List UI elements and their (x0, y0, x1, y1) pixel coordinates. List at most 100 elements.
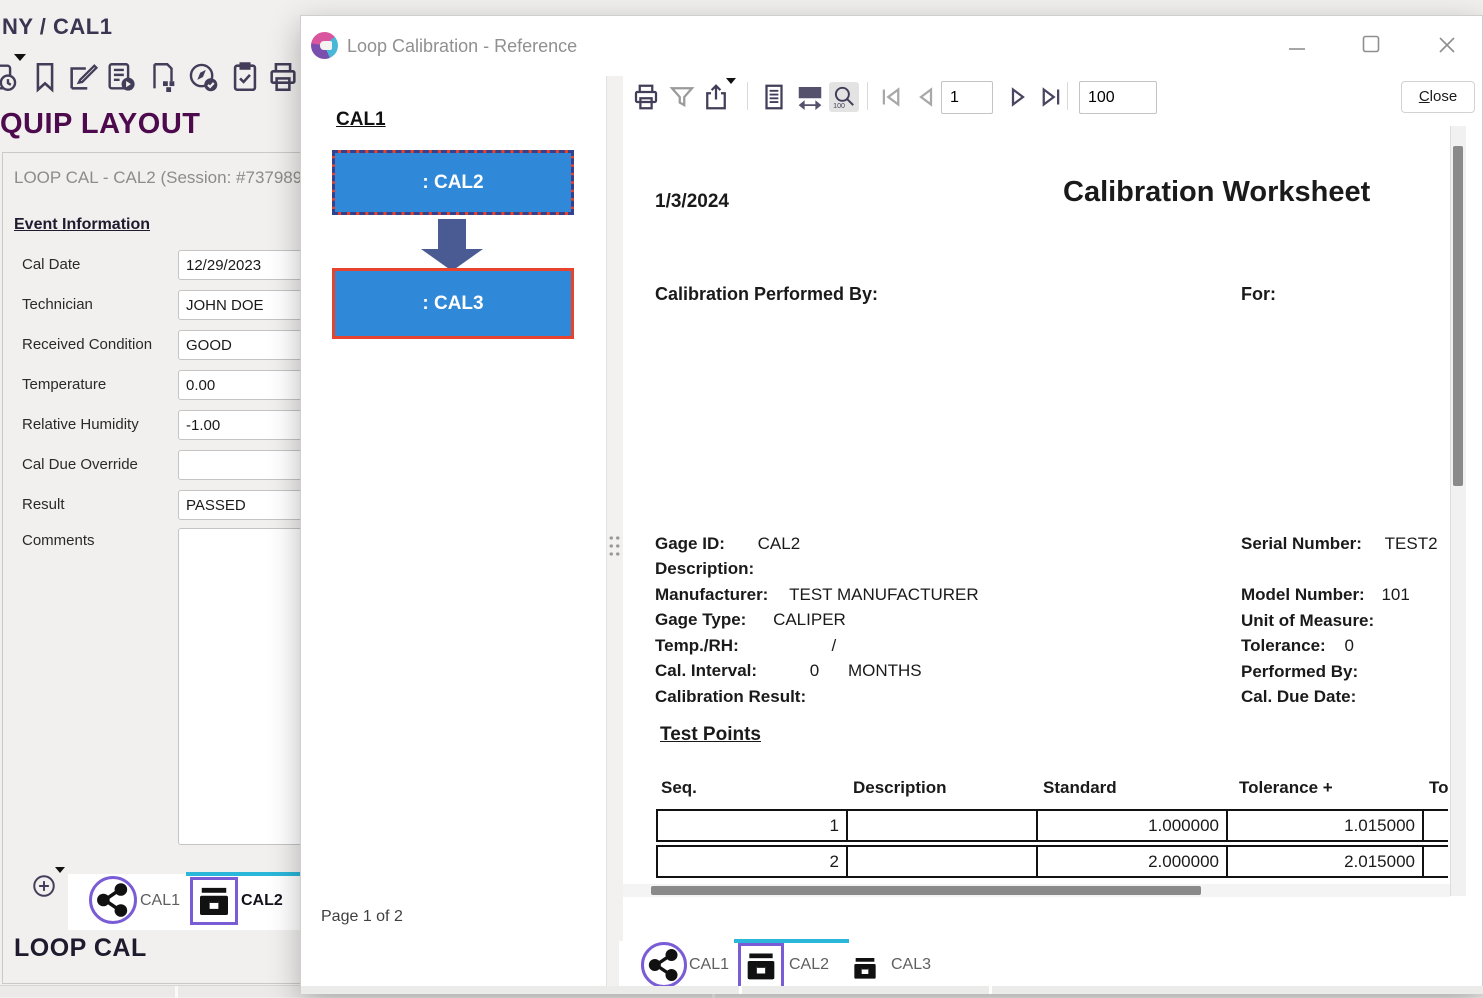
zoom-level-input[interactable] (1079, 81, 1157, 114)
page-view-icon[interactable] (759, 82, 789, 112)
grid-cell-divider (989, 986, 992, 994)
performed-by-label: Calibration Performed By: (655, 284, 878, 305)
report-page: 1/3/2024 Calibration Worksheet Calibrati… (623, 126, 1448, 896)
gage-type-label: Gage Type: (655, 610, 746, 629)
modal-tab-cal1[interactable]: CAL1 (689, 956, 729, 974)
calibration-result-label: Calibration Result: (655, 687, 806, 706)
tolerance-value: 0 (1344, 636, 1353, 655)
zoom-100-icon[interactable]: 100 (829, 82, 859, 112)
cal-due-date-label: Cal. Due Date: (1241, 687, 1356, 706)
model-number-label: Model Number: (1241, 585, 1365, 604)
last-page-icon[interactable] (1035, 82, 1065, 112)
next-page-icon[interactable] (1003, 82, 1033, 112)
modal-bottom-grid-strip (301, 986, 1483, 994)
splitter-grip-icon[interactable] (608, 534, 621, 558)
received-condition-label: Received Condition (22, 336, 152, 353)
for-label: For: (1241, 284, 1276, 305)
print-icon[interactable] (266, 60, 300, 94)
toolbox-icon-highlight[interactable] (190, 877, 238, 925)
gage-id-label: Gage ID: (655, 534, 725, 553)
model-number-row: Model Number: 101 (1241, 585, 1410, 605)
received-condition-input[interactable] (178, 330, 308, 360)
first-page-icon[interactable] (877, 82, 907, 112)
cell-standard: 1.000000 (1036, 809, 1226, 842)
cell-description (846, 809, 1036, 842)
grid-cell-divider (739, 986, 742, 994)
cal-due-override-input[interactable] (178, 450, 308, 480)
temp-rh-value: / (831, 636, 836, 655)
horizontal-scrollbar-thumb[interactable] (651, 886, 1201, 895)
relative-humidity-label: Relative Humidity (22, 416, 139, 433)
loop-calibration-modal: Loop Calibration - Reference CAL1 : CAL2… (300, 15, 1483, 993)
history-icon[interactable] (0, 60, 20, 94)
share-icon-highlight[interactable] (89, 876, 137, 924)
loop-cal-heading: LOOP CAL (14, 934, 147, 963)
serial-number-label: Serial Number: (1241, 534, 1362, 553)
minimize-icon[interactable] (1286, 42, 1308, 56)
close-window-icon[interactable] (1436, 34, 1458, 56)
col-tolerance-minus: To (1429, 778, 1448, 798)
event-information-heading: Event Information (14, 216, 150, 234)
share-icon-highlight[interactable] (641, 942, 687, 988)
technician-input[interactable] (178, 290, 308, 320)
cal-date-input[interactable] (178, 250, 308, 280)
report-run-icon[interactable] (104, 60, 138, 94)
modal-tab-cal3[interactable]: CAL3 (891, 956, 931, 974)
diagram-node-cal2[interactable]: : CAL2 (332, 150, 574, 215)
add-session-button[interactable] (31, 873, 57, 899)
modal-tab-cal2[interactable]: CAL2 (789, 956, 829, 974)
report-date: 1/3/2024 (655, 191, 729, 213)
result-input[interactable] (178, 490, 308, 520)
edit-icon[interactable] (66, 60, 100, 94)
page-title: QUIP LAYOUT (0, 108, 201, 141)
fit-width-icon[interactable] (795, 82, 825, 112)
previous-page-icon[interactable] (911, 82, 941, 112)
tolerance-row: Tolerance: 0 (1241, 636, 1354, 656)
session-panel-title: LOOP CAL - CAL2 (Session: #737989 (14, 168, 300, 188)
breadcrumb: NY / CAL1 (2, 14, 112, 40)
document-convert-icon[interactable] (146, 60, 180, 94)
add-dropdown-caret-icon[interactable] (55, 867, 65, 873)
tab-cal2[interactable]: CAL2 (241, 892, 283, 910)
serial-number-value: TEST2 (1385, 534, 1438, 553)
cell-standard: 2.000000 (1036, 845, 1226, 878)
manufacturer-label: Manufacturer: (655, 585, 768, 604)
result-label: Result (22, 496, 65, 513)
print-report-icon[interactable] (631, 82, 661, 112)
clipboard-check-icon[interactable] (228, 60, 262, 94)
export-caret-icon[interactable] (726, 78, 736, 84)
maximize-icon[interactable] (1361, 34, 1381, 54)
cal-interval-value: 0 (810, 661, 819, 680)
relative-humidity-input[interactable] (178, 410, 308, 440)
performed-by-field-label: Performed By: (1241, 662, 1358, 681)
col-tolerance-plus: Tolerance + (1239, 778, 1333, 798)
grid-cell-divider (175, 986, 178, 998)
diagram-root-label[interactable]: CAL1 (336, 109, 386, 131)
cal-due-date-row: Cal. Due Date: (1241, 687, 1356, 707)
gage-id-row: Gage ID: CAL2 (655, 534, 800, 554)
export-icon[interactable] (701, 82, 731, 112)
compass-check-icon[interactable] (186, 60, 220, 94)
gage-type-row: Gage Type: CALIPER (655, 610, 846, 630)
diagram-node-cal3[interactable]: : CAL3 (332, 268, 574, 339)
temp-rh-row: Temp./RH: / (655, 636, 836, 656)
vertical-scrollbar-thumb[interactable] (1453, 146, 1463, 486)
tab-cal1[interactable]: CAL1 (140, 892, 180, 910)
cell-tolerance-minus (1422, 845, 1448, 878)
comments-textarea[interactable] (178, 528, 308, 845)
toolbar-separator (747, 82, 748, 110)
modal-title: Loop Calibration - Reference (347, 36, 577, 57)
toolbox-icon-highlight[interactable] (738, 943, 784, 989)
description-row: Description: (655, 559, 768, 579)
toolbar-separator (1067, 82, 1068, 110)
temperature-input[interactable] (178, 370, 308, 400)
manufacturer-row: Manufacturer: TEST MANUFACTURER (655, 585, 979, 605)
active-tab-indicator (186, 872, 300, 876)
page-number-input[interactable] (941, 81, 993, 114)
toolbox-icon[interactable] (849, 952, 881, 984)
bookmark-icon[interactable] (28, 60, 62, 94)
technician-label: Technician (22, 296, 93, 313)
filter-icon[interactable] (667, 82, 697, 112)
close-button[interactable]: Close (1401, 81, 1475, 113)
dropdown-caret-icon[interactable] (14, 54, 26, 61)
